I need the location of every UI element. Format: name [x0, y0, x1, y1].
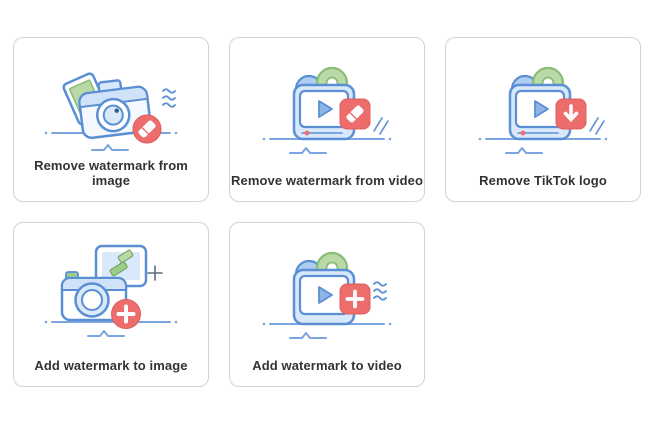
card-remove-watermark-from-video[interactable]: Remove watermark from video: [229, 37, 425, 202]
card-label: Remove watermark from image: [14, 158, 208, 188]
camera-plus-icon: [14, 232, 208, 346]
card-label: Add watermark to video: [230, 358, 424, 373]
watermark-tools-page: Remove watermark from image: [0, 0, 650, 430]
video-player-plus-icon: [230, 232, 424, 346]
card-label: Remove TikTok logo: [446, 173, 640, 188]
card-add-watermark-to-video[interactable]: Add watermark to video: [229, 222, 425, 387]
card-label: Add watermark to image: [14, 358, 208, 373]
video-player-download-icon: [446, 47, 640, 161]
card-remove-watermark-from-image[interactable]: Remove watermark from image: [13, 37, 209, 202]
camera-eraser-icon: [14, 47, 208, 161]
card-label: Remove watermark from video: [230, 173, 424, 188]
card-add-watermark-to-image[interactable]: Add watermark to image: [13, 222, 209, 387]
card-remove-tiktok-logo[interactable]: Remove TikTok logo: [445, 37, 641, 202]
video-player-eraser-icon: [230, 47, 424, 161]
tool-card-grid: Remove watermark from image: [13, 37, 641, 387]
